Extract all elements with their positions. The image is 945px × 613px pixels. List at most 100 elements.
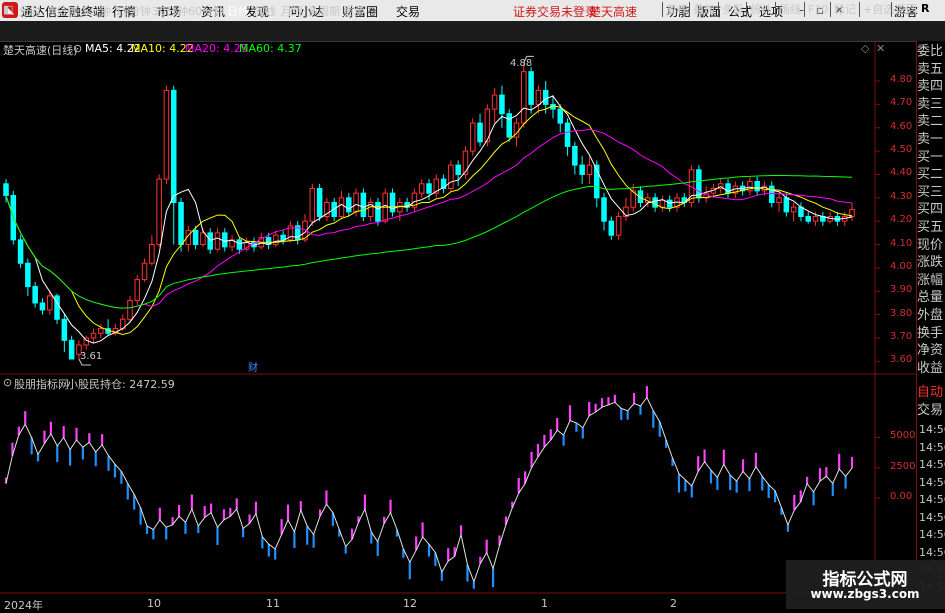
y-tick-label: 4.80 — [890, 74, 913, 86]
candle — [338, 197, 345, 218]
candle — [499, 94, 505, 115]
finance-event-mark[interactable]: 财 — [248, 359, 258, 374]
trade-time: 14:56 — [919, 545, 945, 559]
candle — [141, 262, 148, 281]
candle — [666, 199, 673, 208]
toolbar-multistock[interactable]: 多股 — [718, 2, 747, 17]
quote-field-label: 收益 — [917, 360, 944, 376]
low-price-mark: 3.61 — [80, 351, 103, 362]
trade-time: 14:56 — [919, 458, 945, 471]
trade-login-status[interactable]: 证券交易未登录 — [513, 3, 597, 20]
candle — [448, 164, 454, 189]
period-tab-daily[interactable]: 日线 — [227, 3, 249, 19]
toolbar-draw[interactable]: 画线 — [775, 2, 804, 17]
candle — [579, 164, 585, 175]
ma10-line — [5, 105, 853, 336]
candle — [696, 169, 702, 199]
chevron-down-icon[interactable]: ⊙ — [73, 42, 82, 55]
candle — [25, 262, 31, 288]
candle — [557, 108, 564, 124]
corner-label: R — [921, 2, 930, 15]
candle — [535, 89, 542, 105]
trade-time: 14:56 — [919, 440, 945, 454]
candle — [68, 339, 75, 360]
period-tab-5min[interactable]: 5分钟 — [82, 3, 111, 19]
candle — [17, 239, 24, 264]
candle — [61, 318, 68, 341]
candle — [528, 71, 534, 105]
quote-field-label: 涨幅 — [917, 272, 944, 288]
toolbar-stats[interactable]: 统计 — [746, 2, 775, 17]
candle — [754, 180, 760, 192]
trade-time: 14:56 — [919, 528, 945, 541]
quote-field-label: 卖四 — [917, 79, 944, 95]
x-tick-label: 1 — [541, 597, 548, 610]
quote-field-label: 卖二 — [917, 114, 944, 130]
close-chart-icon[interactable]: ✕ — [876, 42, 885, 55]
x-tick-label: 12 — [403, 597, 417, 610]
candle — [805, 216, 812, 222]
candle — [192, 230, 199, 246]
candle — [90, 332, 97, 339]
candle — [469, 122, 476, 152]
toolbar-f10[interactable]: F10 — [804, 2, 831, 17]
tab-trade[interactable]: 交易 — [917, 403, 943, 418]
indicator-menu-icon[interactable]: ⊙ — [3, 376, 12, 389]
candle — [418, 183, 425, 194]
x-tick-label: 11 — [266, 597, 280, 610]
y-tick-label: 3.70 — [890, 330, 913, 342]
candle — [477, 122, 483, 143]
high-price-mark: 4.88 — [510, 58, 533, 69]
indicator-group — [4, 386, 854, 589]
chevron-right-icon[interactable]: › — [367, 3, 371, 16]
tab-auto[interactable]: 自动 — [917, 385, 943, 400]
candles-group — [3, 55, 855, 366]
period-tab-more[interactable]: 更多 — [343, 3, 365, 19]
diamond-icon[interactable]: ◇ — [861, 42, 869, 55]
x-tick-label: 10 — [147, 597, 161, 610]
toolbar-mark[interactable]: 标记 — [830, 2, 859, 17]
period-tab-monthly[interactable]: 月线 — [281, 3, 303, 19]
candle — [236, 239, 243, 250]
period-tab-multi[interactable]: 多周期 — [307, 3, 340, 19]
candle — [3, 183, 9, 196]
quote-field-label: 换手 — [917, 325, 944, 341]
candle — [163, 89, 170, 180]
candle — [134, 279, 141, 302]
moving-averages-group — [5, 95, 853, 344]
trade-time: 14:56 — [919, 510, 945, 524]
kline-chart[interactable] — [0, 41, 916, 609]
toolbar-return[interactable]: 返回 — [891, 2, 920, 17]
candle — [54, 295, 60, 320]
candle — [214, 232, 221, 250]
y-tick-label: 4.30 — [890, 190, 913, 202]
candle — [98, 328, 104, 334]
toolbar-adjust[interactable]: 复权 — [662, 2, 691, 17]
trade-time: 14:56 — [919, 423, 945, 436]
quote-field-label: 涨跌 — [917, 255, 944, 271]
trade-time: 14:56 — [919, 475, 945, 489]
watermark-url: www.zbgs3.com — [810, 587, 920, 601]
candle — [564, 122, 571, 147]
period-tab-weekly[interactable]: 周线 — [254, 3, 276, 19]
y-tick-label: 3.90 — [890, 284, 913, 296]
candle — [601, 197, 607, 222]
period-tab-30min[interactable]: 30分钟 — [152, 3, 188, 19]
candle — [615, 216, 622, 236]
period-tab-15min[interactable]: 15分钟 — [115, 3, 151, 19]
toolbar-overlay[interactable]: 叠加 — [689, 2, 718, 17]
ma60-value: MA60: 4.37 — [239, 42, 302, 55]
period-tab-timeshare[interactable]: 分时 — [19, 3, 41, 19]
candle — [316, 187, 323, 218]
candle — [222, 232, 228, 248]
toolbar-back-icon[interactable]: ◧ — [3, 3, 13, 16]
menu-item-trade[interactable]: 交易 — [396, 3, 420, 20]
quote-field-label: 买五 — [917, 220, 944, 235]
candle — [652, 197, 658, 208]
period-tab-1min[interactable]: 1分钟 — [49, 3, 78, 19]
quote-field-label: 外盘 — [917, 308, 944, 323]
candle — [608, 220, 615, 236]
candle — [776, 197, 782, 203]
candle — [572, 145, 578, 166]
period-tab-60min[interactable]: 60分钟 — [188, 3, 224, 19]
